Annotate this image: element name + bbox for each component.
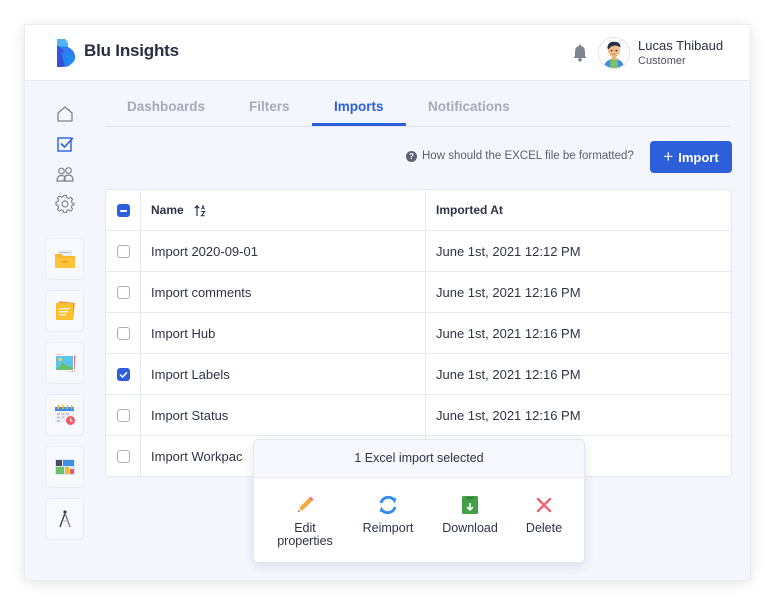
column-header-imported-at[interactable]: Imported At (425, 190, 731, 231)
select-all-checkbox[interactable] (116, 204, 130, 217)
edit-properties-button[interactable]: Edit properties (270, 494, 340, 548)
table-row[interactable]: Import comments June 1st, 2021 12:16 PM (106, 272, 731, 313)
minus-icon (119, 209, 127, 212)
tab-imports[interactable]: Imports (334, 99, 384, 114)
notes-icon (55, 301, 75, 320)
app-tile-folder[interactable] (45, 238, 84, 280)
app-tile-dashboard[interactable] (45, 446, 84, 488)
import-name: Import 2020-09-01 (151, 244, 258, 259)
app-window: Blu Insights Lucas Thibaud Customer Dash… (25, 25, 750, 580)
brand-name: Blu Insights (84, 41, 179, 60)
help-text: How should the EXCEL file be formatted? (422, 150, 634, 162)
user-name[interactable]: Lucas Thibaud (638, 38, 723, 53)
edit-label-line2: properties (277, 534, 333, 548)
image-icon (54, 354, 76, 372)
app-tile-compass[interactable] (45, 498, 84, 540)
gear-icon[interactable] (55, 194, 75, 214)
table-row[interactable]: Import Hub June 1st, 2021 12:16 PM (106, 313, 731, 354)
imported-at: June 1st, 2021 12:16 PM (425, 313, 731, 354)
bell-icon[interactable] (572, 44, 588, 62)
reimport-button[interactable]: Reimport (356, 494, 420, 535)
column-header-name[interactable]: Name (151, 203, 184, 217)
imported-at: June 1st, 2021 12:16 PM (425, 354, 731, 395)
download-icon (462, 496, 478, 514)
reimport-label: Reimport (362, 521, 414, 535)
tab-filters[interactable]: Filters (249, 99, 290, 114)
table-header-row: Name Imported At (106, 190, 731, 231)
row-checkbox[interactable] (116, 286, 130, 299)
row-checkbox[interactable] (116, 327, 130, 340)
user-avatar-icon (599, 38, 629, 68)
import-name: Import Hub (151, 326, 216, 341)
avatar[interactable] (598, 37, 630, 69)
tab-dashboards[interactable]: Dashboards (127, 99, 205, 114)
plus-icon: + (663, 146, 674, 166)
selection-actions-popup: 1 Excel import selected Edit properties (253, 439, 585, 563)
checkbox-icon[interactable] (55, 134, 75, 154)
import-button[interactable]: + Import (650, 141, 732, 173)
checkmark-icon (119, 371, 127, 378)
delete-button[interactable]: Delete (518, 494, 570, 535)
home-icon[interactable] (55, 104, 75, 124)
download-button[interactable]: Download (436, 494, 504, 535)
import-name: Import Labels (151, 367, 230, 382)
row-checkbox[interactable] (116, 409, 130, 422)
table-row[interactable]: Import Labels June 1st, 2021 12:16 PM (106, 354, 731, 395)
app-tile-notes[interactable] (45, 290, 84, 332)
row-checkbox[interactable] (116, 245, 130, 258)
refresh-icon (379, 495, 397, 515)
imported-at: June 1st, 2021 12:12 PM (425, 231, 731, 272)
import-name: Import Status (151, 408, 229, 423)
calendar-icon (54, 405, 75, 425)
active-tab-indicator (312, 123, 406, 126)
tab-bar: Dashboards Filters Imports Notifications (105, 95, 731, 127)
table-row[interactable]: Import 2020-09-01 June 1st, 2021 12:12 P… (106, 231, 731, 272)
blu-logo-icon[interactable] (55, 38, 77, 68)
top-header: Blu Insights Lucas Thibaud Customer (25, 25, 750, 81)
imported-at: June 1st, 2021 12:16 PM (425, 272, 731, 313)
imports-table: Name Imported At Import 2020-09-01 June … (105, 189, 732, 477)
dashboard-icon (54, 459, 75, 475)
folder-icon (54, 250, 75, 268)
help-icon: ? (406, 150, 417, 162)
selection-count: 1 Excel import selected (254, 440, 584, 478)
row-checkbox[interactable] (116, 368, 130, 381)
table-row[interactable]: Import Status June 1st, 2021 12:16 PM (106, 395, 731, 436)
import-name: Import Workpac (151, 449, 243, 464)
delete-label: Delete (525, 521, 563, 535)
pencil-icon (298, 496, 314, 512)
app-tile-image[interactable] (45, 342, 84, 384)
import-button-label: Import (678, 149, 719, 165)
imported-at: June 1st, 2021 12:16 PM (425, 395, 731, 436)
import-name: Import comments (151, 285, 252, 300)
users-icon[interactable] (55, 164, 75, 184)
excel-format-help-link[interactable]: ? How should the EXCEL file be formatted… (406, 150, 634, 162)
app-tile-calendar[interactable] (45, 394, 84, 436)
close-icon (536, 497, 552, 513)
user-role: Customer (638, 55, 686, 67)
row-checkbox[interactable] (116, 450, 130, 463)
compass-icon (58, 510, 71, 528)
sort-ascending-icon[interactable] (194, 204, 206, 217)
download-label: Download (442, 521, 498, 535)
tab-notifications[interactable]: Notifications (428, 99, 510, 114)
